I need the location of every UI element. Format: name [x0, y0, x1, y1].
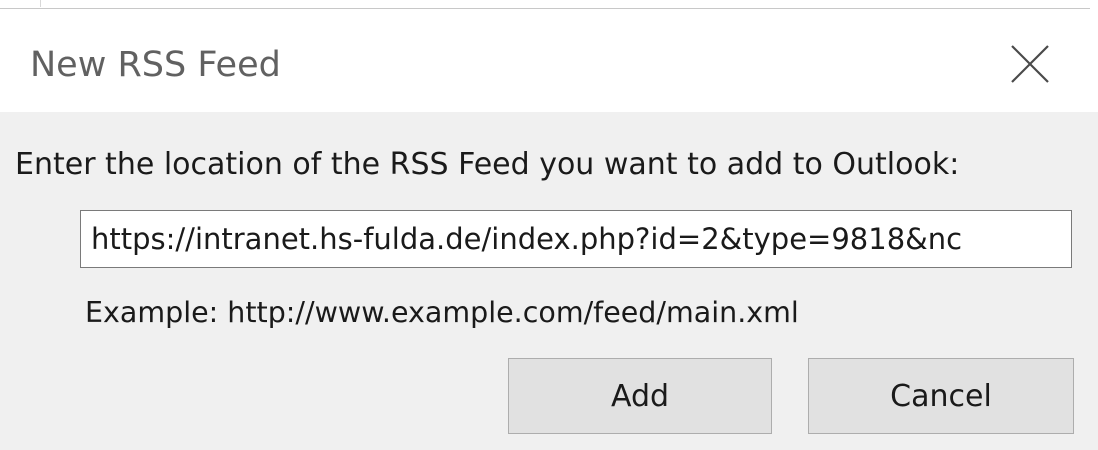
close-button[interactable]: [1005, 40, 1055, 90]
new-rss-feed-dialog: New RSS Feed Enter the location of the R…: [0, 0, 1098, 450]
dialog-titlebar: New RSS Feed: [0, 0, 1098, 112]
add-button[interactable]: Add: [508, 358, 772, 434]
close-icon: [1011, 45, 1049, 83]
cancel-button[interactable]: Cancel: [808, 358, 1074, 434]
dialog-title: New RSS Feed: [30, 45, 281, 85]
example-url-hint: Example: http://www.example.com/feed/mai…: [85, 296, 799, 329]
feed-url-input[interactable]: [80, 210, 1072, 268]
window-edge-mark: [40, 0, 41, 7]
feed-location-prompt: Enter the location of the RSS Feed you w…: [15, 147, 960, 182]
window-top-border: [0, 8, 1090, 9]
